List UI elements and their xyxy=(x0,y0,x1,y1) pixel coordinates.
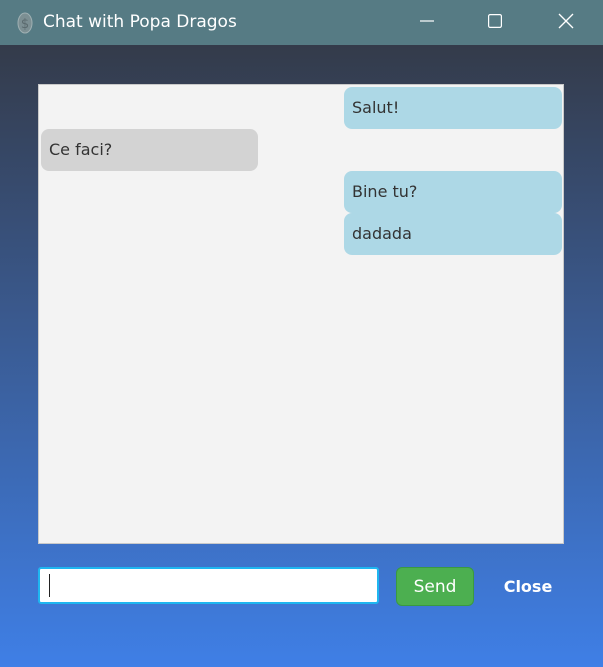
close-icon xyxy=(558,13,574,33)
message-received: Ce faci? xyxy=(41,129,258,171)
maximize-button[interactable] xyxy=(472,0,518,45)
svg-text:$: $ xyxy=(21,17,29,32)
window-title: Chat with Popa Dragos xyxy=(43,12,237,32)
close-button[interactable]: Close xyxy=(494,567,562,606)
window-content: Salut! Ce faci? Bine tu? dadada Send Clo… xyxy=(0,45,603,667)
minimize-icon xyxy=(420,13,434,32)
maximize-icon xyxy=(488,13,503,32)
message-input[interactable] xyxy=(38,567,379,604)
title-bar[interactable]: $ Chat with Popa Dragos xyxy=(0,0,603,45)
text-caret xyxy=(49,574,50,597)
message-sent: dadada xyxy=(344,213,562,255)
send-button[interactable]: Send xyxy=(396,567,474,606)
dollar-icon: $ xyxy=(16,12,34,34)
message-sent: Salut! xyxy=(344,87,562,129)
chat-window: $ Chat with Popa Dragos Salut! Ce faci? … xyxy=(0,0,603,667)
minimize-button[interactable] xyxy=(404,0,450,45)
chat-history[interactable]: Salut! Ce faci? Bine tu? dadada xyxy=(38,84,564,544)
message-sent: Bine tu? xyxy=(344,171,562,213)
close-window-button[interactable] xyxy=(543,0,589,45)
